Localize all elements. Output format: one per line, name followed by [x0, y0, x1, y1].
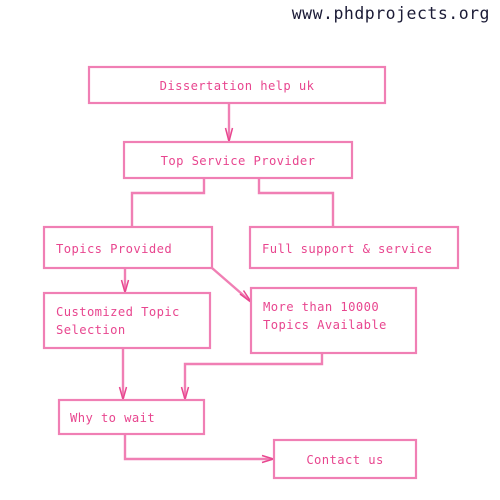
- flowchart-page: www.phdprojects.org Dissertation help uk…: [0, 0, 500, 500]
- node-label-top-service-provider: Top Service Provider: [161, 154, 316, 168]
- node-label-contact-us: Contact us: [306, 453, 383, 467]
- node-top-service-provider[interactable]: Top Service Provider: [122, 140, 354, 180]
- node-customized-topic-selection[interactable]: Customized Topic Selection: [42, 291, 212, 350]
- node-label-topics-provided: Topics Provided: [56, 242, 172, 256]
- node-topics-provided[interactable]: Topics Provided: [42, 225, 214, 270]
- node-label-more-topics-line2: Topics Available: [263, 318, 387, 332]
- node-contact-us[interactable]: Contact us: [272, 438, 418, 480]
- node-label-why-to-wait: Why to wait: [70, 411, 155, 425]
- flowchart-canvas: Dissertation help uk Top Service Provide…: [42, 65, 460, 480]
- edge-top-service-to-full-support: [257, 178, 335, 227]
- node-label-more-topics-line1: More than 10000: [263, 300, 379, 314]
- node-dissertation-help-uk[interactable]: Dissertation help uk: [87, 65, 387, 105]
- edge-more-topics-to-why-wait: [183, 353, 324, 398]
- node-label-customized-topic-selection-line1: Customized Topic: [56, 305, 180, 319]
- node-why-to-wait[interactable]: Why to wait: [57, 398, 206, 436]
- edge-top-service-to-topics-provided: [130, 178, 206, 227]
- node-full-support-service[interactable]: Full support & service: [248, 225, 460, 270]
- node-layer: Dissertation help uk Top Service Provide…: [42, 65, 460, 480]
- node-label-dissertation-help-uk: Dissertation help uk: [160, 79, 315, 93]
- node-label-full-support-service: Full support & service: [262, 242, 432, 256]
- edge-topics-to-more-topics: [211, 267, 251, 302]
- edge-why-wait-to-contact-us: [123, 434, 272, 461]
- node-more-than-10000-topics[interactable]: More than 10000 Topics Available: [249, 286, 418, 355]
- node-label-customized-topic-selection-line2: Selection: [56, 323, 126, 337]
